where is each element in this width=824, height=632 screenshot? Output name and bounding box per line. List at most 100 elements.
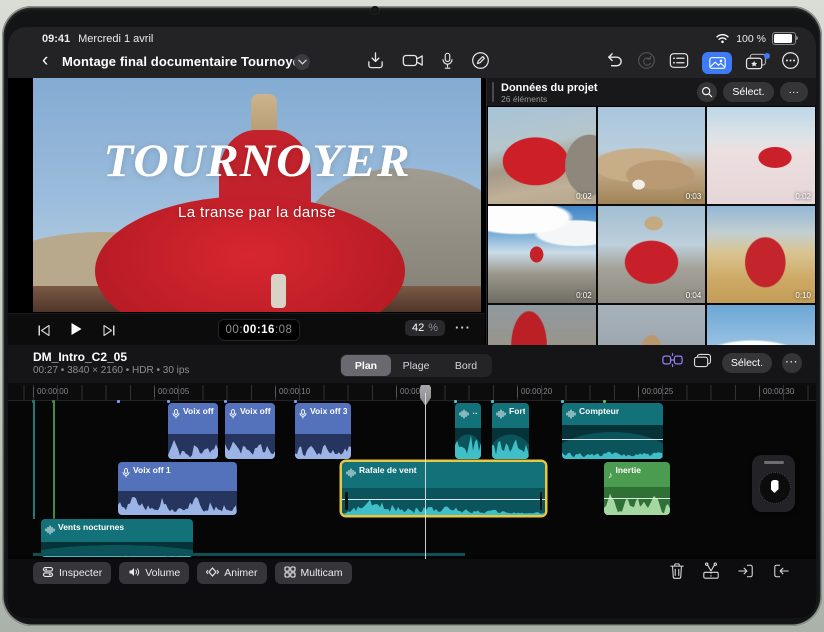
timecode-display[interactable]: 00:00:16:08 bbox=[218, 319, 300, 341]
media-browser-button[interactable] bbox=[702, 52, 732, 74]
multicam-button[interactable]: Multicam bbox=[275, 562, 352, 584]
clip-duration: 0:10 bbox=[795, 291, 811, 300]
jog-wheel-grip bbox=[764, 461, 784, 464]
browser-toggle-button[interactable] bbox=[669, 52, 689, 74]
edge-marker bbox=[491, 400, 494, 403]
effects-button[interactable] bbox=[745, 53, 768, 73]
browser-select-button[interactable]: Sélect. bbox=[723, 82, 773, 102]
markup-button[interactable] bbox=[471, 51, 490, 75]
timeline-select-button[interactable]: Sélect. bbox=[722, 353, 772, 373]
viewer-pane: TOURNOYER La transe par la danse 00:00:1… bbox=[8, 78, 485, 345]
skip-back-button[interactable] bbox=[38, 323, 50, 341]
volume-line[interactable] bbox=[562, 439, 663, 440]
timeline-toolbar: Inspecter Volume Animer Multicam bbox=[33, 562, 352, 584]
preview-dancer-legs bbox=[271, 274, 286, 308]
jog-wheel-dial[interactable] bbox=[759, 472, 791, 504]
title-menu-button[interactable] bbox=[294, 54, 310, 70]
speaker-icon bbox=[128, 566, 140, 581]
skip-forward-button[interactable] bbox=[103, 323, 115, 341]
media-thumbnail[interactable] bbox=[598, 305, 706, 345]
clip-waveform bbox=[168, 434, 218, 459]
title-overlay: TOURNOYER bbox=[33, 134, 481, 188]
undo-button[interactable] bbox=[605, 51, 624, 75]
media-thumbnail[interactable] bbox=[707, 305, 815, 345]
chevron-down-icon bbox=[298, 59, 307, 65]
jog-wheel[interactable] bbox=[752, 455, 795, 512]
ellipsis-glyph: ··· bbox=[786, 358, 799, 368]
clip-duration: 0:02 bbox=[576, 192, 592, 201]
import-icon bbox=[366, 51, 385, 70]
inspecter-button[interactable]: Inspecter bbox=[33, 562, 111, 584]
media-thumbnail[interactable]: 0:02 bbox=[488, 206, 596, 303]
battery-percent: 100 % bbox=[736, 33, 766, 45]
timeline-clip[interactable]: Voix off 2 bbox=[168, 403, 218, 459]
insert-right-button[interactable] bbox=[772, 563, 790, 584]
clip-bottom-strip bbox=[33, 553, 465, 556]
connect-clip-button[interactable] bbox=[662, 352, 683, 373]
pencil-circle-icon bbox=[471, 51, 490, 70]
play-icon bbox=[70, 322, 83, 336]
timecode-hours: 00: bbox=[226, 324, 244, 336]
timeline-clip[interactable]: Voix off 3 bbox=[295, 403, 351, 459]
tab-plage[interactable]: Plage bbox=[391, 355, 441, 376]
clip-label: Compteur bbox=[579, 406, 619, 416]
timeline-header: DM_Intro_C2_05 00:27 • 3840 × 2160 • HDR… bbox=[8, 345, 816, 383]
media-thumbnail[interactable]: 0:10 bbox=[707, 206, 815, 303]
back-chevron-icon[interactable]: ‹ bbox=[42, 50, 48, 72]
tab-plan[interactable]: Plan bbox=[341, 355, 391, 376]
timeline-clip[interactable]: Voix off 2 bbox=[225, 403, 275, 459]
timeline-clip[interactable]: Fort… bbox=[492, 403, 529, 459]
browser-more-button[interactable]: ··· bbox=[780, 82, 809, 102]
timeline-clip[interactable]: ♪Inertie bbox=[604, 462, 670, 515]
timeline-clip[interactable]: Voix off 1 bbox=[118, 462, 237, 515]
search-button[interactable] bbox=[697, 82, 717, 102]
trim-handle-left[interactable] bbox=[345, 492, 348, 510]
voiceover-button[interactable] bbox=[441, 52, 454, 75]
volume-line[interactable] bbox=[342, 499, 545, 500]
panel-resize-handle[interactable] bbox=[492, 82, 494, 102]
animer-button[interactable]: Animer bbox=[197, 562, 266, 584]
media-thumbnail[interactable]: 0:04 bbox=[598, 206, 706, 303]
import-button[interactable] bbox=[366, 51, 385, 75]
clip-edge-guide bbox=[33, 401, 35, 519]
clip-label: Voix off 2 bbox=[240, 406, 271, 416]
media-thumbnail[interactable]: 0:02 bbox=[488, 107, 596, 204]
delete-button[interactable] bbox=[669, 562, 685, 585]
timeline-clip[interactable]: … bbox=[455, 403, 481, 459]
volume-line[interactable] bbox=[604, 498, 670, 499]
media-thumbnail[interactable] bbox=[488, 305, 596, 345]
clip-waveform bbox=[118, 491, 237, 515]
ruler-timestamp: 00:00:25 bbox=[638, 387, 673, 397]
clip-waveform bbox=[492, 428, 529, 459]
timeline-more-button[interactable]: ··· bbox=[782, 353, 802, 373]
volume-button[interactable]: Volume bbox=[119, 562, 189, 584]
skip-back-icon bbox=[38, 325, 50, 336]
timeline-clip[interactable]: Vents nocturnes bbox=[41, 519, 193, 557]
more-options-button[interactable] bbox=[781, 51, 800, 75]
clip-duration: 0:03 bbox=[686, 192, 702, 201]
overlap-clips-icon bbox=[693, 353, 712, 368]
play-button[interactable] bbox=[70, 322, 83, 341]
viewer-more-button[interactable]: ··· bbox=[455, 323, 471, 333]
overlay-button[interactable] bbox=[693, 353, 712, 373]
project-title[interactable]: Montage final documentaire Tournoyer bbox=[62, 54, 305, 69]
timeline-ruler[interactable]: 00:00:0000:00:0500:00:1000:00:1500:00:20… bbox=[8, 385, 816, 401]
keyframe-icon bbox=[206, 566, 219, 581]
media-thumbnail[interactable]: 0:03 bbox=[598, 107, 706, 204]
edge-marker bbox=[117, 400, 120, 403]
clip-label: Voix off 2 bbox=[183, 406, 214, 416]
tab-bord[interactable]: Bord bbox=[441, 355, 491, 376]
video-preview[interactable]: TOURNOYER La transe par la danse bbox=[33, 78, 481, 312]
timeline-clip[interactable]: Rafale de vent bbox=[342, 462, 545, 515]
split-button[interactable] bbox=[702, 562, 720, 585]
timeline-pane: DM_Intro_C2_05 00:27 • 3840 × 2160 • HDR… bbox=[8, 345, 816, 618]
timeline-clip[interactable]: Compteur bbox=[562, 403, 663, 459]
insert-left-button[interactable] bbox=[737, 563, 755, 584]
trim-handle-right[interactable] bbox=[540, 492, 543, 510]
redo-button[interactable] bbox=[637, 51, 656, 75]
clip-duration: 0:02 bbox=[795, 192, 811, 201]
zoom-level-control[interactable]: 42% bbox=[405, 320, 445, 336]
clip-waveform bbox=[225, 434, 275, 459]
media-thumbnail[interactable]: 0:02 bbox=[707, 107, 815, 204]
record-button[interactable] bbox=[402, 53, 424, 73]
